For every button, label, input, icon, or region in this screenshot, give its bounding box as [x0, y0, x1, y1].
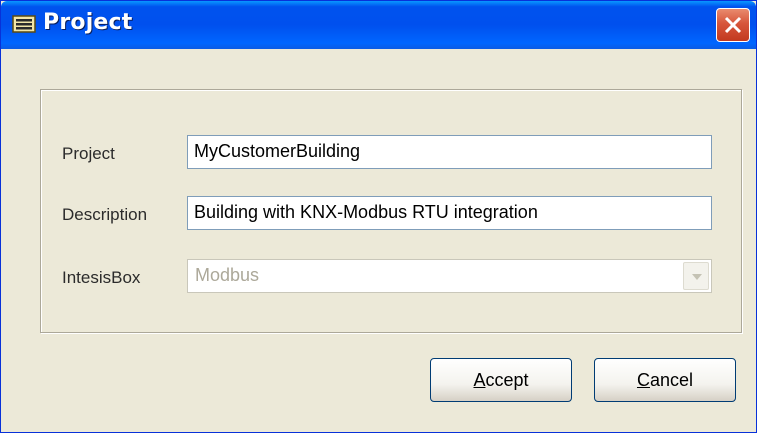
accept-button[interactable]: Accept: [430, 358, 572, 402]
window-app-icon: [11, 13, 37, 35]
description-field[interactable]: Building with KNX-Modbus RTU integration: [187, 196, 712, 230]
window-title: Project: [43, 10, 133, 35]
chevron-down-icon: [692, 274, 702, 280]
accept-mnemonic: A: [473, 370, 486, 390]
description-label: Description: [62, 205, 148, 224]
project-dialog: Project Project MyCustomerBuilding Descr…: [0, 0, 757, 433]
intesisbox-select[interactable]: Modbus: [187, 259, 712, 293]
project-label: Project: [62, 144, 115, 163]
intesisbox-selected-value: Modbus: [195, 265, 260, 285]
cancel-button[interactable]: Cancel: [594, 358, 736, 402]
cancel-label: ancel: [649, 370, 694, 390]
dropdown-button[interactable]: [683, 262, 709, 290]
dialog-body: Project MyCustomerBuilding Description B…: [4, 49, 753, 429]
accept-label: ccept: [485, 370, 529, 390]
close-button[interactable]: [716, 8, 750, 42]
project-name-field[interactable]: MyCustomerBuilding: [187, 135, 712, 169]
cancel-mnemonic: C: [636, 370, 650, 390]
title-bar[interactable]: Project: [1, 1, 756, 49]
intesisbox-label: IntesisBox: [62, 268, 141, 287]
